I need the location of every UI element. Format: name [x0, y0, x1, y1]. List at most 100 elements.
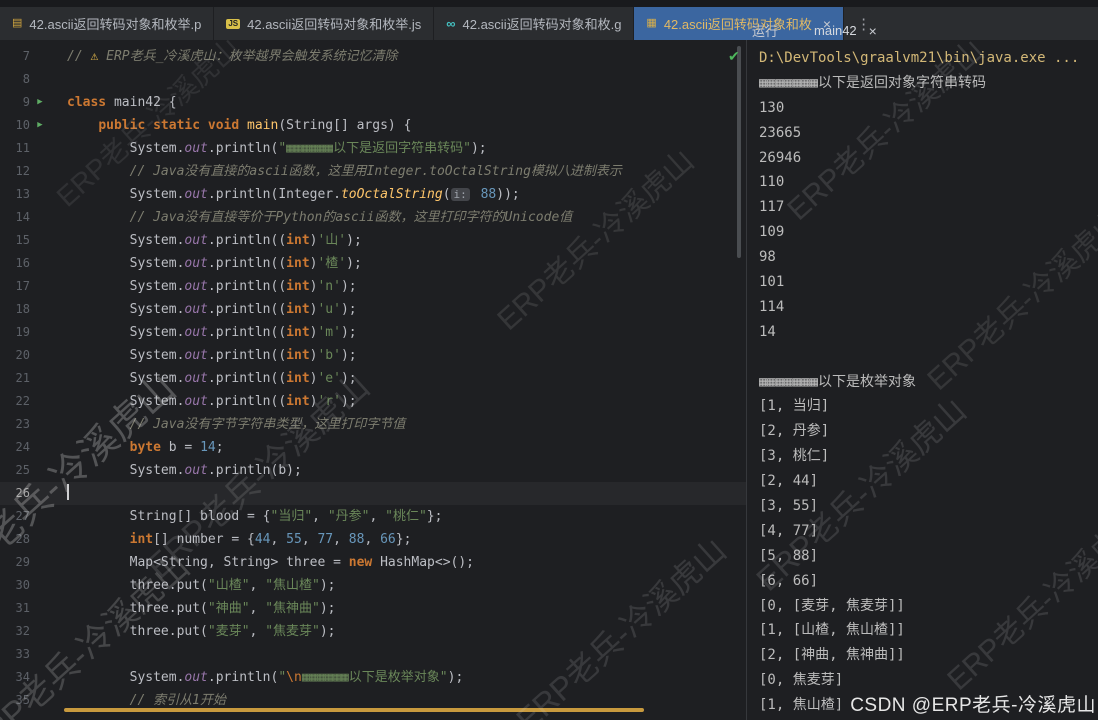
line-number[interactable]: 9 — [0, 91, 30, 114]
editor-line[interactable]: 34 System.out.println("\n▦▦▦▦▦▦以下是枚举对象")… — [0, 666, 746, 689]
line-number[interactable]: 16 — [0, 252, 30, 275]
editor-line[interactable]: 22 System.out.println((int)'r'); — [0, 390, 746, 413]
editor-line[interactable]: 8 — [0, 68, 746, 91]
editor-line[interactable]: 27 String[] blood = {"当归", "丹参", "桃仁"}; — [0, 505, 746, 528]
line-number[interactable]: 13 — [0, 183, 30, 206]
editor-line[interactable]: 29 Map<String, String> three = new HashM… — [0, 551, 746, 574]
tab-label: 42.ascii返回转码对象和枚举.p — [29, 14, 201, 33]
editor-line[interactable]: 26 — [0, 482, 746, 505]
line-number[interactable]: 28 — [0, 528, 30, 551]
editor-line[interactable]: 20 System.out.println((int)'b'); — [0, 344, 746, 367]
editor-line[interactable]: 11 System.out.println("▦▦▦▦▦▦以下是返回字符串转码"… — [0, 137, 746, 160]
editor-line[interactable]: 15 System.out.println((int)'山'); — [0, 229, 746, 252]
code-text: String[] blood = {"当归", "丹参", "桃仁"}; — [50, 505, 442, 528]
code-text: System.out.println(Integer.toOctalString… — [50, 183, 520, 206]
editor-tab[interactable]: ∞42.ascii返回转码对象和枚.g — [434, 7, 634, 40]
console-line: [5, 88] — [759, 544, 1098, 569]
editor-line[interactable]: 16 System.out.println((int)'楂'); — [0, 252, 746, 275]
line-number[interactable]: 31 — [0, 597, 30, 620]
code-text: // Java没有字节字符串类型，这里打印字节值 — [50, 413, 405, 436]
editor-tab[interactable]: JS42.ascii返回转码对象和枚举.js — [214, 7, 434, 40]
run-console[interactable]: D:\DevTools\graalvm21\bin\java.exe ...▦▦… — [746, 40, 1098, 720]
console-line: 130 — [759, 96, 1098, 121]
editor-line[interactable]: 18 System.out.println((int)'u'); — [0, 298, 746, 321]
line-number[interactable]: 20 — [0, 344, 30, 367]
console-line: ▦▦▦▦▦▦▦以下是返回对象字符串转码 — [759, 71, 1098, 96]
console-line: 110 — [759, 170, 1098, 195]
line-number[interactable]: 11 — [0, 137, 30, 160]
editor-line[interactable]: 21 System.out.println((int)'e'); — [0, 367, 746, 390]
line-number[interactable]: 25 — [0, 459, 30, 482]
gutter-spacer — [30, 620, 50, 643]
editor-tab[interactable]: ▤42.ascii返回转码对象和枚举.p — [0, 7, 214, 40]
line-number[interactable]: 17 — [0, 275, 30, 298]
line-number[interactable]: 23 — [0, 413, 30, 436]
code-text: System.out.println((int)'m'); — [50, 321, 357, 344]
editor-line[interactable]: 32 three.put("麦芽", "焦麦芽"); — [0, 620, 746, 643]
line-number[interactable]: 19 — [0, 321, 30, 344]
line-number[interactable]: 33 — [0, 643, 30, 666]
editor-line[interactable]: 17 System.out.println((int)'n'); — [0, 275, 746, 298]
editor-line[interactable]: 7// ⚠ ERP老兵_冷溪虎山：枚举越界会触发系统记忆清除 — [0, 45, 746, 68]
gutter-spacer — [30, 459, 50, 482]
code-text — [50, 482, 69, 505]
line-number[interactable]: 27 — [0, 505, 30, 528]
gutter-spacer — [30, 551, 50, 574]
editor-line[interactable]: 14 // Java没有直接等价于Python的ascii函数，这里打印字符的U… — [0, 206, 746, 229]
gutter-spacer — [30, 482, 50, 505]
code-text: System.out.println((int)'b'); — [50, 344, 357, 367]
gutter-spacer — [30, 160, 50, 183]
javascript-file-icon: JS — [226, 19, 240, 29]
line-number[interactable]: 18 — [0, 298, 30, 321]
editor-line[interactable]: 9▶class main42 { — [0, 91, 746, 114]
line-number[interactable]: 8 — [0, 68, 30, 91]
line-number[interactable]: 12 — [0, 160, 30, 183]
line-number[interactable]: 21 — [0, 367, 30, 390]
line-number[interactable]: 24 — [0, 436, 30, 459]
line-number[interactable]: 26 — [0, 482, 30, 505]
console-line: 14 — [759, 320, 1098, 345]
editor-line[interactable]: 23 // Java没有字节字符串类型，这里打印字节值 — [0, 413, 746, 436]
gutter-spacer — [30, 413, 50, 436]
line-number[interactable]: 7 — [0, 45, 30, 68]
run-arrow-icon[interactable]: ▶ — [30, 91, 50, 114]
code-text: System.out.println(b); — [50, 459, 302, 482]
code-text: System.out.println((int)'楂'); — [50, 252, 362, 275]
editor-line[interactable]: 13 System.out.println(Integer.toOctalStr… — [0, 183, 746, 206]
editor-line[interactable]: 31 three.put("神曲", "焦神曲"); — [0, 597, 746, 620]
editor-line[interactable]: 25 System.out.println(b); — [0, 459, 746, 482]
run-arrow-icon[interactable]: ▶ — [30, 114, 50, 137]
code-text: System.out.println("\n▦▦▦▦▦▦以下是枚举对象"); — [50, 666, 463, 689]
code-text: System.out.println((int)'n'); — [50, 275, 357, 298]
editor-line[interactable]: 30 three.put("山楂", "焦山楂"); — [0, 574, 746, 597]
gutter-spacer — [30, 689, 50, 712]
console-line: [1, 当归] — [759, 394, 1098, 419]
top-bar: ▤42.ascii返回转码对象和枚举.pJS42.ascii返回转码对象和枚举.… — [0, 0, 1098, 40]
editor-line[interactable]: 24 byte b = 14; — [0, 436, 746, 459]
vertical-scrollbar[interactable] — [737, 46, 741, 258]
editor-line[interactable]: 33 — [0, 643, 746, 666]
editor-line[interactable]: 28 int[] number = {44, 55, 77, 88, 66}; — [0, 528, 746, 551]
ide-window: ▤42.ascii返回转码对象和枚举.pJS42.ascii返回转码对象和枚举.… — [0, 0, 1098, 720]
line-number[interactable]: 15 — [0, 229, 30, 252]
gutter-spacer — [30, 298, 50, 321]
code-text: byte b = 14; — [50, 436, 224, 459]
horizontal-scrollbar[interactable] — [64, 708, 644, 712]
line-number[interactable]: 34 — [0, 666, 30, 689]
editor-line[interactable]: 12 // Java没有直接的ascii函数，这里用Integer.toOcta… — [0, 160, 746, 183]
code-text: three.put("山楂", "焦山楂"); — [50, 574, 336, 597]
line-number[interactable]: 10 — [0, 114, 30, 137]
line-number[interactable]: 14 — [0, 206, 30, 229]
console-line: [3, 55] — [759, 494, 1098, 519]
csdn-watermark: CSDN @ERP老兵-冷溪虎山 — [850, 690, 1096, 717]
code-text: Map<String, String> three = new HashMap<… — [50, 551, 474, 574]
line-number[interactable]: 29 — [0, 551, 30, 574]
line-number[interactable]: 32 — [0, 620, 30, 643]
line-number[interactable]: 35 — [0, 689, 30, 712]
line-number[interactable]: 22 — [0, 390, 30, 413]
editor-line[interactable]: 10▶ public static void main(String[] arg… — [0, 114, 746, 137]
editor-line[interactable]: 19 System.out.println((int)'m'); — [0, 321, 746, 344]
close-icon[interactable]: × — [869, 24, 877, 38]
editor-pane[interactable]: 7// ⚠ ERP老兵_冷溪虎山：枚举越界会触发系统记忆清除89▶class m… — [0, 40, 746, 720]
line-number[interactable]: 30 — [0, 574, 30, 597]
